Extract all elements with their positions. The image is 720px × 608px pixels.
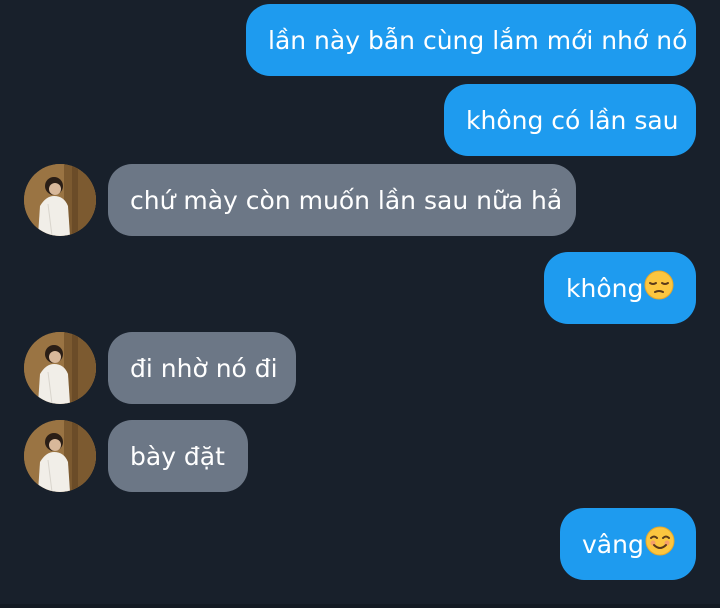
person-photo-icon <box>24 420 96 492</box>
message-text: vâng <box>582 529 644 559</box>
message-text: bày đặt <box>130 441 225 471</box>
message-text: chứ mày còn muốn lần sau nữa hả <box>130 185 563 215</box>
message-text: lần này bẫn cùng lắm mới nhớ nó <box>268 25 688 55</box>
contact-avatar[interactable] <box>24 164 96 236</box>
message-bubble-outgoing[interactable]: lần này bẫn cùng lắm mới nhớ nó <box>246 4 696 76</box>
contact-avatar[interactable] <box>24 420 96 492</box>
message-bubble-incoming[interactable]: bày đặt <box>108 420 248 492</box>
message-text: đi nhờ nó đi <box>130 353 278 383</box>
person-photo-icon <box>24 332 96 404</box>
message-bubble-outgoing[interactable]: vâng <box>560 508 696 580</box>
pensive-face-emoji <box>644 270 674 306</box>
message-text: không <box>566 273 644 303</box>
message-bubble-outgoing[interactable]: không <box>544 252 696 324</box>
message-bubble-incoming[interactable]: chứ mày còn muốn lần sau nữa hả <box>108 164 576 236</box>
bottom-edge <box>0 604 720 608</box>
message-bubble-outgoing[interactable]: không có lần sau <box>444 84 696 156</box>
message-bubble-incoming[interactable]: đi nhờ nó đi <box>108 332 296 404</box>
person-photo-icon <box>24 164 96 236</box>
smiling-face-emoji <box>645 526 675 562</box>
message-text: không có lần sau <box>466 105 679 135</box>
contact-avatar[interactable] <box>24 332 96 404</box>
